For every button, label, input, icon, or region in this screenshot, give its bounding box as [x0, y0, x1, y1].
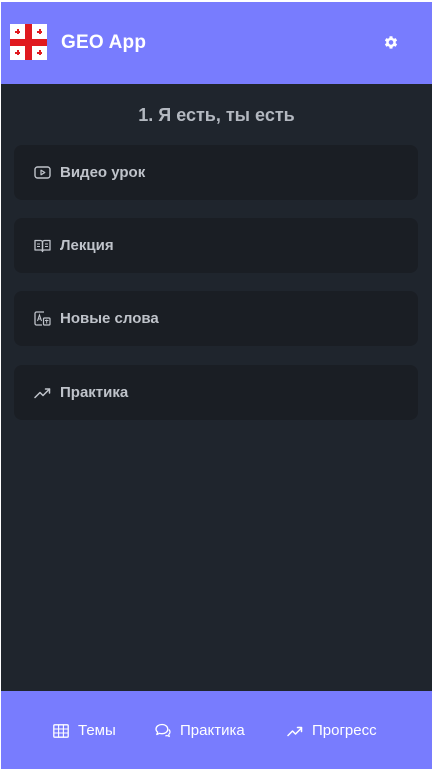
nav-label: Темы: [78, 722, 116, 739]
nav-item-progress[interactable]: Прогресс: [287, 722, 377, 739]
gear-icon[interactable]: [383, 35, 399, 51]
section-label: Практика: [60, 384, 129, 401]
section-practice[interactable]: Практика: [14, 365, 418, 420]
bottom-nav: Темы Практика Прогресс: [1, 691, 432, 769]
georgia-flag-logo: [10, 24, 47, 60]
open-book-icon: [34, 239, 51, 253]
section-lecture[interactable]: Лекция: [14, 218, 418, 273]
section-video-lesson[interactable]: Видео урок: [14, 145, 418, 200]
lesson-title: 1. Я есть, ты есть: [138, 105, 295, 125]
section-new-words[interactable]: Новые слова: [14, 291, 418, 346]
app-title: GEO App: [61, 32, 147, 53]
nav-label: Прогресс: [312, 722, 377, 739]
section-label: Лекция: [60, 237, 114, 254]
translate-icon: [34, 311, 51, 326]
section-label: Видео урок: [60, 164, 146, 181]
nav-label: Практика: [180, 722, 245, 739]
chat-icon: [155, 723, 171, 738]
section-label: Новые слова: [60, 310, 159, 327]
play-video-icon: [34, 166, 51, 179]
header-bar: GEO App: [1, 2, 432, 84]
nav-item-topics[interactable]: Темы: [53, 722, 116, 739]
nav-item-practice[interactable]: Практика: [155, 722, 245, 739]
table-icon: [53, 723, 69, 738]
trend-up-icon: [34, 388, 51, 399]
app-window: GEO App 1. Я есть, ты есть Видео урок Ле…: [1, 2, 432, 769]
trend-up-icon: [287, 726, 303, 736]
